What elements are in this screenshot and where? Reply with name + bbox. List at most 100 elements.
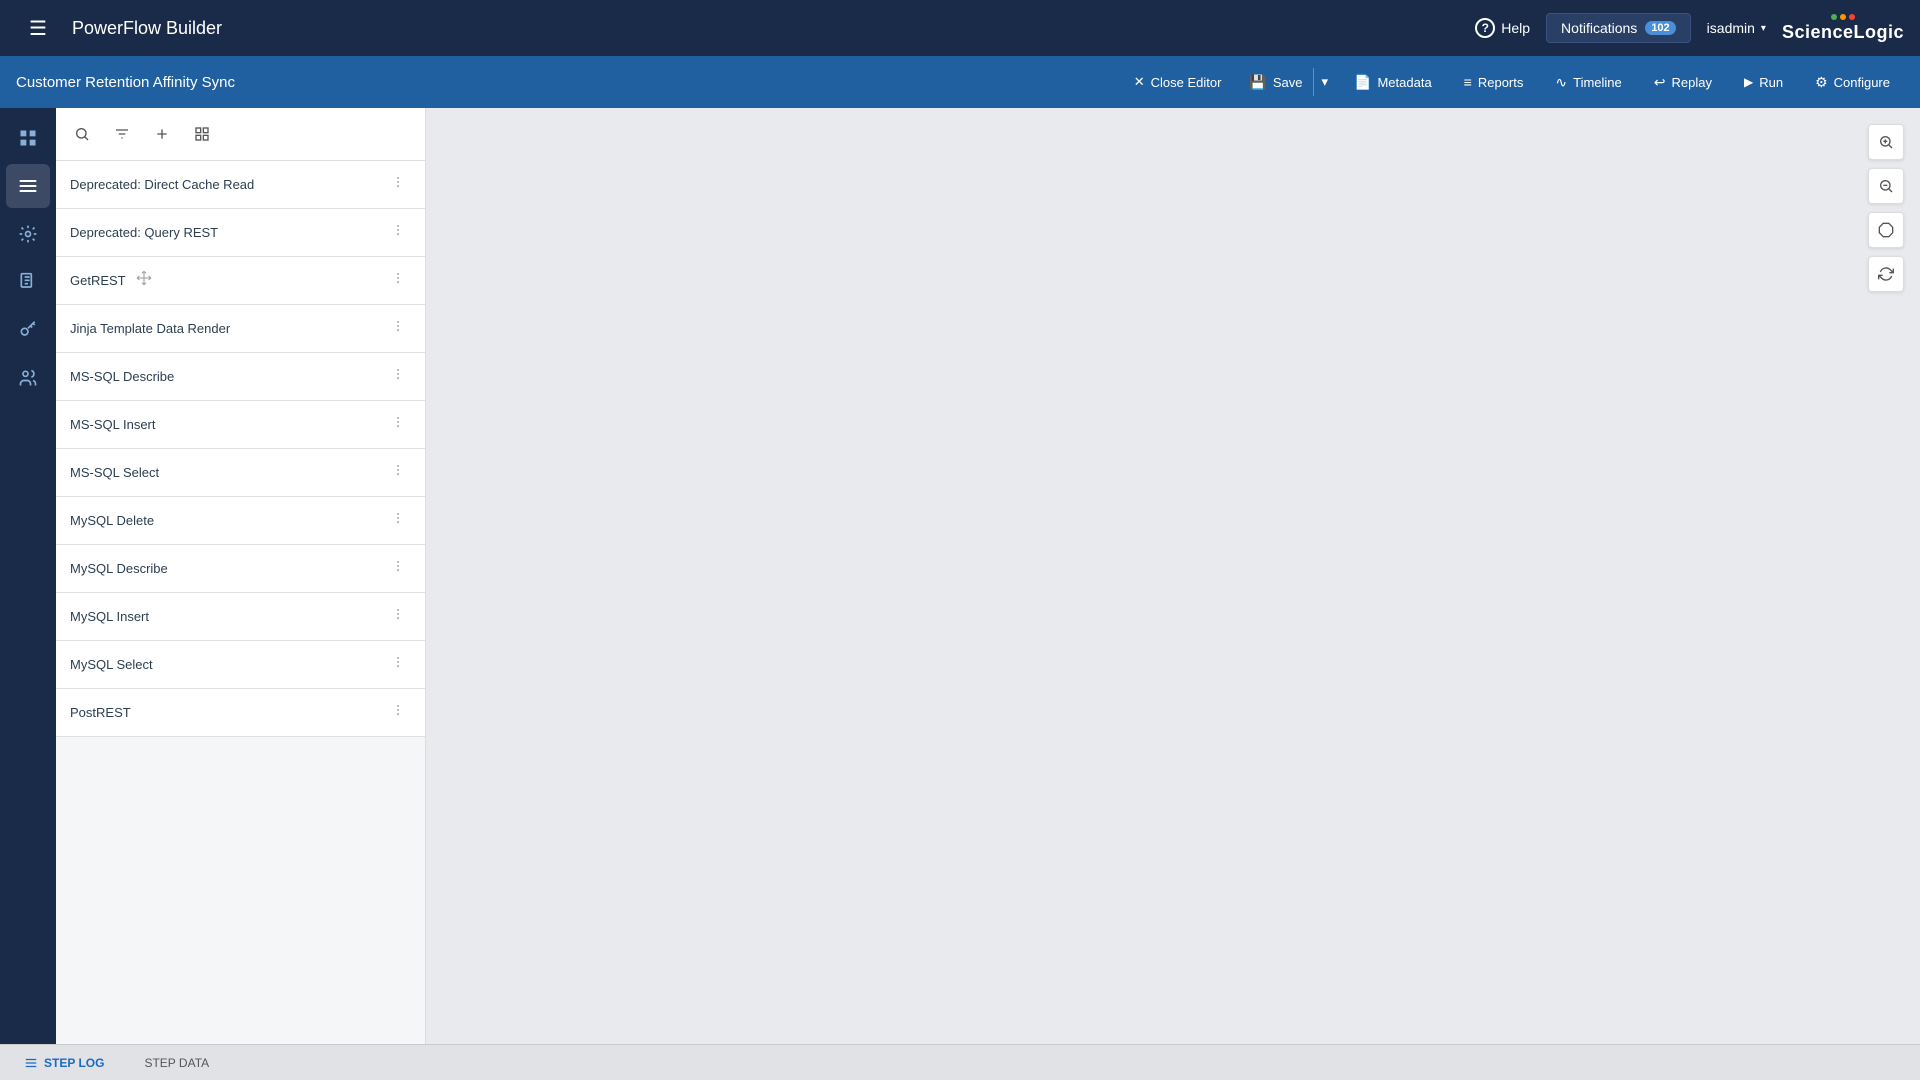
step-name: MySQL Select xyxy=(70,657,153,672)
replay-label: Replay xyxy=(1672,75,1712,90)
step-data-label: STEP DATA xyxy=(144,1056,209,1070)
user-menu[interactable]: isadmin ▾ xyxy=(1707,20,1766,36)
list-item[interactable]: MS-SQL Describe xyxy=(56,353,425,401)
replay-icon: ↩ xyxy=(1654,74,1666,91)
grid-view-button[interactable] xyxy=(184,116,220,152)
top-nav-right: ? Help Notifications 102 isadmin ▾ Scien… xyxy=(1475,13,1904,43)
timeline-icon: ∿ xyxy=(1555,74,1567,91)
logo-dots xyxy=(1831,14,1855,20)
metadata-icon: 📄 xyxy=(1354,74,1371,91)
metadata-label: Metadata xyxy=(1377,75,1431,90)
reports-icon: ≡ xyxy=(1464,74,1472,90)
step-name: MySQL Insert xyxy=(70,609,149,624)
help-button[interactable]: ? Help xyxy=(1475,18,1530,38)
dot-red xyxy=(1849,14,1855,20)
close-editor-button[interactable]: ✕ Close Editor xyxy=(1120,68,1236,96)
configure-button[interactable]: ⚙ Configure xyxy=(1801,68,1904,97)
run-icon: ▶ xyxy=(1744,75,1753,89)
step-more-button[interactable] xyxy=(385,701,411,724)
step-more-button[interactable] xyxy=(385,173,411,196)
close-icon: ✕ xyxy=(1134,74,1145,90)
list-item[interactable]: PostREST xyxy=(56,689,425,737)
zoom-in-button[interactable] xyxy=(1868,124,1904,160)
bottom-bar: STEP LOG STEP DATA xyxy=(0,1044,1920,1080)
zoom-controls xyxy=(1868,124,1904,292)
step-name: Deprecated: Direct Cache Read xyxy=(70,177,254,192)
sidebar-item-keys[interactable] xyxy=(6,308,50,352)
step-more-button[interactable] xyxy=(385,365,411,388)
close-editor-label: Close Editor xyxy=(1151,75,1222,90)
step-name: MySQL Describe xyxy=(70,561,168,576)
notifications-badge: 102 xyxy=(1645,21,1675,35)
configure-label: Configure xyxy=(1834,75,1890,90)
timeline-label: Timeline xyxy=(1573,75,1622,90)
add-step-button[interactable] xyxy=(144,116,180,152)
sidebar-item-flows[interactable] xyxy=(6,164,50,208)
steps-panel: Deprecated: Direct Cache Read Deprecated:… xyxy=(56,108,426,1044)
dot-orange xyxy=(1840,14,1846,20)
reports-button[interactable]: ≡ Reports xyxy=(1450,68,1538,96)
list-item[interactable]: Deprecated: Query REST xyxy=(56,209,425,257)
top-nav: ☰ PowerFlow Builder ? Help Notifications… xyxy=(0,0,1920,56)
sidebar-item-dashboard[interactable] xyxy=(6,116,50,160)
step-more-button[interactable] xyxy=(385,653,411,676)
octagon-button[interactable] xyxy=(1868,212,1904,248)
username-label: isadmin xyxy=(1707,20,1755,36)
editor-toolbar: Customer Retention Affinity Sync ✕ Close… xyxy=(0,56,1920,108)
sidebar-item-users[interactable] xyxy=(6,356,50,400)
sidebar-item-documents[interactable] xyxy=(6,260,50,304)
editor-title: Customer Retention Affinity Sync xyxy=(16,74,1116,91)
list-item[interactable]: MySQL Delete xyxy=(56,497,425,545)
list-item[interactable]: Deprecated: Direct Cache Read xyxy=(56,161,425,209)
filter-button[interactable] xyxy=(104,116,140,152)
list-item[interactable]: MS-SQL Select xyxy=(56,449,425,497)
help-circle-icon: ? xyxy=(1475,18,1495,38)
save-button[interactable]: 💾 Save xyxy=(1239,68,1312,97)
canvas-area[interactable] xyxy=(426,108,1920,1044)
step-more-button[interactable] xyxy=(385,557,411,580)
timeline-button[interactable]: ∿ Timeline xyxy=(1541,68,1635,97)
step-more-button[interactable] xyxy=(385,461,411,484)
tab-step-data[interactable]: STEP DATA xyxy=(136,1052,217,1074)
configure-icon: ⚙ xyxy=(1815,74,1828,91)
step-name: GetREST xyxy=(70,273,126,288)
step-log-label: STEP LOG xyxy=(44,1056,104,1070)
refresh-button[interactable] xyxy=(1868,256,1904,292)
step-more-button[interactable] xyxy=(385,413,411,436)
reports-label: Reports xyxy=(1478,75,1524,90)
list-item[interactable]: GetREST xyxy=(56,257,425,305)
search-button[interactable] xyxy=(64,116,100,152)
run-button[interactable]: ▶ Run xyxy=(1730,69,1797,96)
step-more-button[interactable] xyxy=(385,317,411,340)
move-icon xyxy=(136,270,152,291)
help-label: Help xyxy=(1501,20,1530,36)
step-more-button[interactable] xyxy=(385,221,411,244)
sidebar-item-settings[interactable] xyxy=(6,212,50,256)
steps-list: Deprecated: Direct Cache Read Deprecated:… xyxy=(56,161,425,1044)
zoom-out-button[interactable] xyxy=(1868,168,1904,204)
steps-toolbar xyxy=(56,108,425,161)
metadata-button[interactable]: 📄 Metadata xyxy=(1340,68,1446,97)
notifications-label: Notifications xyxy=(1561,20,1637,36)
run-label: Run xyxy=(1759,75,1783,90)
tab-step-log[interactable]: STEP LOG xyxy=(16,1052,112,1074)
hamburger-button[interactable]: ☰ xyxy=(16,6,60,50)
chevron-down-icon: ▾ xyxy=(1322,74,1329,89)
list-item[interactable]: MS-SQL Insert xyxy=(56,401,425,449)
list-item[interactable]: MySQL Insert xyxy=(56,593,425,641)
sciencelogic-logo: ScienceLogic xyxy=(1782,14,1904,43)
save-group: 💾 Save ▾ xyxy=(1239,68,1336,97)
list-item[interactable]: MySQL Describe xyxy=(56,545,425,593)
notifications-button[interactable]: Notifications 102 xyxy=(1546,13,1691,43)
save-dropdown-button[interactable]: ▾ xyxy=(1313,68,1337,96)
list-item[interactable]: MySQL Select xyxy=(56,641,425,689)
step-more-button[interactable] xyxy=(385,605,411,628)
list-item[interactable]: Jinja Template Data Render xyxy=(56,305,425,353)
step-more-button[interactable] xyxy=(385,269,411,292)
replay-button[interactable]: ↩ Replay xyxy=(1640,68,1726,97)
step-name: PostREST xyxy=(70,705,131,720)
chevron-down-icon: ▾ xyxy=(1761,23,1766,34)
dot-green xyxy=(1831,14,1837,20)
step-more-button[interactable] xyxy=(385,509,411,532)
step-name: MySQL Delete xyxy=(70,513,154,528)
